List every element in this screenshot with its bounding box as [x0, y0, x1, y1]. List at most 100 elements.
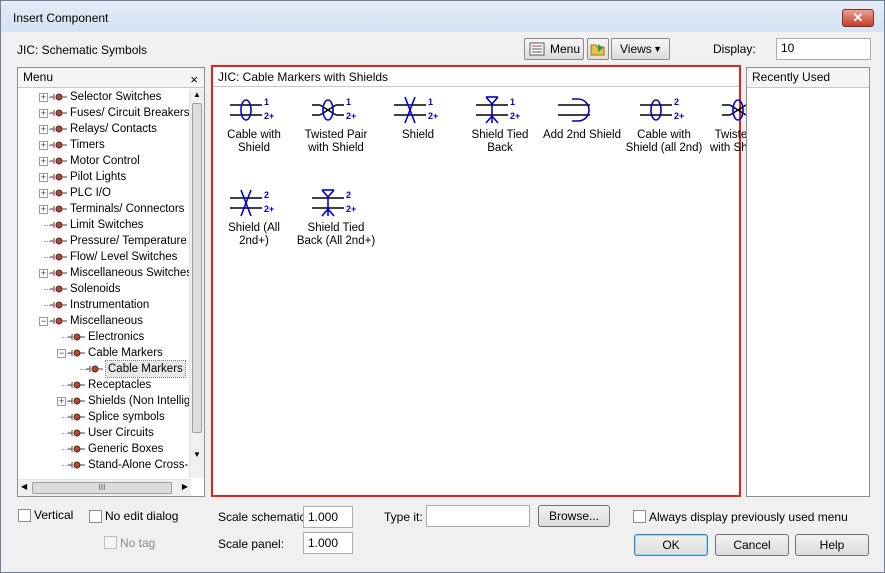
tree-item[interactable]: Receptacles: [18, 377, 191, 393]
symbol-tile[interactable]: 1 2+ Shield: [378, 95, 458, 142]
symbol-tile[interactable]: 1 2+ Cable with Shield: [214, 95, 294, 155]
no-edit-dialog-label: No edit dialog: [105, 509, 179, 523]
tree-item[interactable]: − Cable Markers: [18, 345, 191, 361]
tree-item-label: Fuses/ Circuit Breakers: [70, 107, 190, 119]
tree-item-label: Pilot Lights: [70, 171, 127, 183]
type-it-input[interactable]: [426, 505, 530, 527]
tree-item[interactable]: Pressure/ Temperature: [18, 233, 191, 249]
close-icon[interactable]: ×: [190, 70, 198, 89]
tree-item[interactable]: Cable Markers: [18, 360, 191, 378]
cable-marker-symbol-icon: 12+: [230, 97, 274, 121]
expand-icon[interactable]: +: [39, 93, 48, 102]
expand-icon[interactable]: +: [39, 109, 48, 118]
display-count-input[interactable]: 10: [776, 38, 871, 60]
always-display-label: Always display previously used menu: [649, 510, 848, 524]
always-display-checkbox[interactable]: [633, 510, 646, 523]
component-node-icon: [50, 157, 67, 165]
component-node-icon: [50, 205, 67, 213]
cable-marker-symbol-icon: 22+: [312, 189, 356, 217]
component-node-icon: [50, 189, 67, 197]
scale-schematic-input[interactable]: 1.000: [303, 506, 353, 528]
tree-item[interactable]: User Circuits: [18, 425, 191, 441]
tree-item[interactable]: Generic Boxes: [18, 441, 191, 457]
cancel-button[interactable]: Cancel: [715, 534, 789, 556]
tree-item-label: Receptacles: [88, 379, 152, 391]
tree-item[interactable]: + Timers: [18, 137, 191, 153]
scale-panel-label: Scale panel:: [218, 537, 285, 551]
tree-item[interactable]: + Relays/ Contacts: [18, 121, 191, 137]
tree-item-label: PLC I/O: [70, 187, 111, 199]
scroll-left-icon[interactable]: ◀: [21, 482, 27, 491]
tree-item-label: Cable Markers: [88, 347, 163, 359]
tree-item[interactable]: + PLC I/O: [18, 185, 191, 201]
svg-text:2+: 2+: [510, 111, 520, 121]
tree-item[interactable]: + Pilot Lights: [18, 169, 191, 185]
component-node-icon: [68, 397, 85, 405]
tree-item[interactable]: Flow/ Level Switches: [18, 249, 191, 265]
horizontal-scroll-thumb[interactable]: III: [32, 482, 172, 494]
symbol-tile[interactable]: 2 2+ Cable with Shield (all 2nd): [624, 95, 704, 155]
help-button[interactable]: Help: [795, 534, 869, 556]
component-node-icon: [50, 125, 67, 133]
tree-item[interactable]: + Fuses/ Circuit Breakers: [18, 105, 191, 121]
symbol-tile[interactable]: 1 2+ Twisted Pair with Shield: [296, 95, 376, 155]
scroll-right-icon[interactable]: ▶: [182, 482, 188, 491]
folder-arrow-icon: [590, 44, 605, 56]
tree-item[interactable]: Splice symbols: [18, 409, 191, 425]
horizontal-scrollbar[interactable]: ◀ III ▶: [18, 479, 191, 496]
cable-marker-symbol-icon: 22+: [640, 97, 684, 121]
tree-item[interactable]: Instrumentation: [18, 297, 191, 313]
scroll-down-icon[interactable]: ▼: [193, 450, 201, 459]
collapse-icon[interactable]: −: [57, 349, 66, 358]
vertical-checkbox[interactable]: [18, 509, 31, 522]
expand-icon[interactable]: +: [39, 173, 48, 182]
close-window-button[interactable]: ✕: [842, 9, 874, 27]
browse-button[interactable]: Browse...: [538, 505, 610, 527]
menu-button-label: Menu: [550, 42, 581, 56]
vertical-scroll-thumb[interactable]: [192, 103, 202, 433]
tree-item[interactable]: Limit Switches: [18, 217, 191, 233]
svg-text:2: 2: [346, 190, 351, 200]
expand-icon[interactable]: +: [39, 125, 48, 134]
symbol-tile[interactable]: 2 2+ Shield Tied Back (All 2nd+): [296, 188, 376, 248]
menu-toggle-button[interactable]: Menu: [524, 38, 584, 60]
symbol-tile[interactable]: 1 2+ Shield Tied Back: [460, 95, 540, 155]
vertical-scrollbar[interactable]: ▲ ▼: [189, 89, 204, 478]
tree-item[interactable]: + Selector Switches: [18, 89, 191, 105]
ok-button[interactable]: OK: [634, 534, 708, 556]
svg-text:2+: 2+: [428, 111, 438, 121]
component-node-icon: [50, 93, 67, 101]
svg-text:2+: 2+: [346, 111, 356, 121]
expand-icon[interactable]: +: [39, 189, 48, 198]
symbol-tile[interactable]: 2 2+ Shield (All 2nd+): [214, 188, 294, 248]
scale-panel-input[interactable]: 1.000: [303, 532, 353, 554]
component-node-icon: [68, 413, 85, 421]
expand-icon[interactable]: +: [39, 157, 48, 166]
expand-icon[interactable]: +: [39, 205, 48, 214]
tree-item-label: Flow/ Level Switches: [70, 251, 178, 263]
tree-item[interactable]: + Motor Control: [18, 153, 191, 169]
scroll-up-icon[interactable]: ▲: [193, 90, 201, 99]
browse-folder-button[interactable]: [587, 38, 609, 60]
expand-icon[interactable]: +: [57, 397, 66, 406]
collapse-icon[interactable]: −: [39, 317, 48, 326]
cable-marker-symbol-icon: 22+: [230, 189, 274, 217]
tree-item[interactable]: + Terminals/ Connectors: [18, 201, 191, 217]
tree-item[interactable]: Solenoids: [18, 281, 191, 297]
tree-item[interactable]: Electronics: [18, 329, 191, 345]
recently-used-title: Recently Used: [747, 68, 869, 88]
no-edit-dialog-checkbox[interactable]: [89, 510, 102, 523]
tree-item[interactable]: Stand-Alone Cross-Reference: [18, 457, 191, 473]
tree-item[interactable]: + Miscellaneous Switches: [18, 265, 191, 281]
views-dropdown-button[interactable]: Views ▼: [611, 38, 670, 60]
tree-item[interactable]: − Miscellaneous: [18, 313, 191, 329]
tree-item-label: Miscellaneous: [70, 315, 143, 327]
expand-icon[interactable]: +: [39, 269, 48, 278]
no-tag-checkbox[interactable]: [104, 536, 117, 549]
tree-item-label: Electronics: [88, 331, 145, 343]
svg-text:2+: 2+: [264, 204, 274, 214]
tree-item[interactable]: + Shields (Non Intelligent): [18, 393, 191, 409]
component-node-icon: [50, 285, 67, 293]
symbol-tile[interactable]: Add 2nd Shield: [542, 95, 622, 142]
expand-icon[interactable]: +: [39, 141, 48, 150]
